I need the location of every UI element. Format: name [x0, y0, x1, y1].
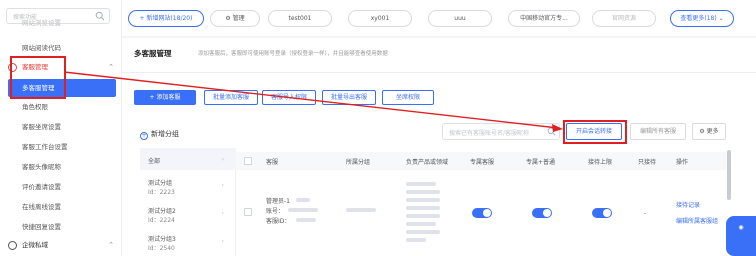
group-item[interactable]: 测试分组2 Id：2224 › — [140, 206, 236, 234]
redacted-text — [406, 230, 440, 234]
redacted-text — [406, 214, 440, 218]
group-item-all[interactable]: 全部 › — [140, 148, 236, 170]
sidebar: 搜索功能 网站浏览设置 网站阅读代码 客服管理 ⌃ 多客服管理 角色权限 客服坐… — [0, 0, 122, 256]
toggle-knob — [603, 209, 611, 217]
contact-float-button[interactable]: ◉ — [726, 216, 756, 256]
enterprise-group-icon — [8, 241, 17, 250]
column-header-actions: 操作 — [676, 159, 689, 166]
table-header: 客服 所属分组 负责产品或领域 专属客服 专属+普通 接待上限 只接待 操作 — [236, 152, 726, 170]
service-name: 管理员-1 — [266, 198, 290, 205]
site-tab-china-mobile[interactable]: 中国移动官方专... — [508, 10, 580, 27]
gear-icon: ⚙ — [225, 15, 233, 22]
batch-export-button[interactable]: 批量导出客服 — [322, 90, 376, 105]
annotation-box-open-transfer — [563, 120, 627, 144]
redacted-text — [346, 208, 376, 212]
sidebar-item-workbench[interactable]: 客服工作台设置 — [0, 138, 122, 156]
column-header-domain: 负责产品或领域 — [406, 159, 449, 166]
redacted-text — [406, 206, 440, 210]
column-header-exclusive: 专属客服 — [470, 159, 495, 166]
manage-button[interactable]: ⚙ 管理 — [210, 10, 260, 27]
site-tab-official[interactable]: 官网资源 — [592, 10, 656, 27]
column-header-only: 只接待 — [638, 159, 657, 166]
column-header-service: 客服 — [266, 159, 279, 166]
divider — [122, 72, 756, 73]
exclusive-normal-toggle[interactable]: 开 — [532, 208, 552, 218]
more-button[interactable]: ⚙ 更多 — [692, 123, 726, 140]
edit-all-service-button[interactable]: 编辑所有客服 — [630, 123, 686, 140]
top-bar: + 新增网站(18/20) ⚙ 管理 test001 xy001 uuu 中国移… — [122, 0, 756, 36]
view-more-sites-button[interactable]: 查看更多(18) ⌄ — [670, 10, 734, 27]
only-receive-value: - — [644, 210, 647, 217]
add-group-button[interactable]: + 新增分组 — [140, 129, 179, 140]
group-name: 全部 — [148, 158, 161, 165]
column-header-group: 所属分组 — [346, 159, 371, 166]
site-tab-uuu[interactable]: uuu — [428, 10, 492, 27]
table-row: 管理员-1 账号： 客服ID： 开 开 开 - 接待记录 编辑所属客服组 — [236, 176, 726, 256]
page-description: 添加客服后，客服即可使用账号登录（授权登录一样），并且能够查看使用数据 — [198, 51, 388, 57]
add-service-button[interactable]: + 添加客服 — [134, 90, 196, 105]
sidebar-item-site-code[interactable]: 网站阅读代码 — [0, 39, 122, 57]
view-more-label: 查看更多(18) — [680, 15, 717, 22]
redacted-text — [406, 190, 440, 194]
sidebar-item-quick-reply[interactable]: 快捷回复设置 — [0, 218, 122, 236]
exclusive-toggle[interactable]: 开 — [472, 208, 492, 218]
chevron-right-icon: › — [221, 156, 224, 163]
service-account-label: 账号： — [266, 208, 285, 215]
column-header-exclusive-normal: 专属+普通 — [526, 159, 556, 166]
toggle-knob — [483, 209, 491, 217]
row-checkbox[interactable] — [244, 208, 252, 216]
batch-add-service-button[interactable]: 批量添加客服 — [204, 90, 258, 105]
page-title: 多客服管理 — [134, 49, 172, 58]
add-group-label: 新增分组 — [151, 130, 179, 138]
redacted-text — [296, 198, 310, 202]
chevron-down-icon: ⌄ — [716, 15, 724, 22]
import-permission-button[interactable]: 客服导入权限 — [262, 90, 316, 105]
chevron-up-icon: ⌃ — [108, 241, 114, 249]
chevron-up-icon: ⌃ — [108, 63, 114, 71]
site-tab-xy001[interactable]: xy001 — [348, 10, 412, 27]
redacted-text — [406, 198, 440, 202]
sidebar-item-seat[interactable]: 客服坐席设置 — [0, 118, 122, 136]
search-icon — [547, 127, 556, 136]
sidebar-group-enterprise-label: 企微私域 — [22, 241, 48, 249]
group-item[interactable]: 测试分组3 Id：2540 › — [140, 234, 236, 256]
column-header-limit: 接待上限 — [588, 159, 613, 166]
toggle-knob — [543, 209, 551, 217]
site-tab-test001[interactable]: test001 — [268, 10, 332, 27]
redacted-text — [406, 182, 436, 186]
service-search-input[interactable]: 搜索已有客服账号名/客服昵称 — [442, 123, 560, 140]
table-scrollbar[interactable] — [727, 150, 731, 200]
select-all-checkbox[interactable] — [244, 157, 252, 165]
sidebar-item-site-browse[interactable]: 网站浏览设置 — [0, 14, 122, 32]
chevron-right-icon: › — [221, 182, 224, 189]
sidebar-group-enterprise[interactable]: 企微私域 ⌃ — [0, 236, 122, 254]
annotation-box-sidebar — [10, 56, 66, 99]
chevron-right-icon: › — [221, 210, 224, 217]
sidebar-item-avatar[interactable]: 客服头像昵称 — [0, 158, 122, 176]
group-list: 全部 › 测试分组 Id：2223 › 测试分组2 Id：2224 › 测试分组… — [140, 148, 236, 256]
record-link[interactable]: 接待记录 — [676, 200, 700, 209]
service-search-placeholder: 搜索已有客服账号名/客服昵称 — [449, 130, 530, 137]
chevron-right-icon: › — [221, 238, 224, 245]
sidebar-item-rating[interactable]: 评价邀请设置 — [0, 178, 122, 196]
group-item[interactable]: 测试分组 Id：2223 › — [140, 178, 236, 206]
service-id-label: 客服ID： — [266, 218, 291, 225]
redacted-text — [406, 238, 426, 242]
redacted-text — [406, 222, 436, 226]
manage-button-label: 管理 — [232, 15, 245, 22]
sidebar-item-online[interactable]: 在线离线设置 — [0, 198, 122, 216]
limit-toggle[interactable]: 开 — [592, 208, 612, 218]
seat-permission-button[interactable]: 坐席权限 — [382, 90, 434, 105]
redacted-text — [288, 208, 318, 212]
add-site-button[interactable]: + 新增网站(18/20) — [128, 10, 204, 27]
chat-icon: ◉ — [738, 224, 744, 231]
sidebar-item-roles[interactable]: 角色权限 — [0, 98, 122, 116]
redacted-text — [296, 218, 316, 222]
edit-group-link[interactable]: 编辑所属客服组 — [676, 216, 718, 225]
plus-icon: + — [140, 132, 148, 140]
